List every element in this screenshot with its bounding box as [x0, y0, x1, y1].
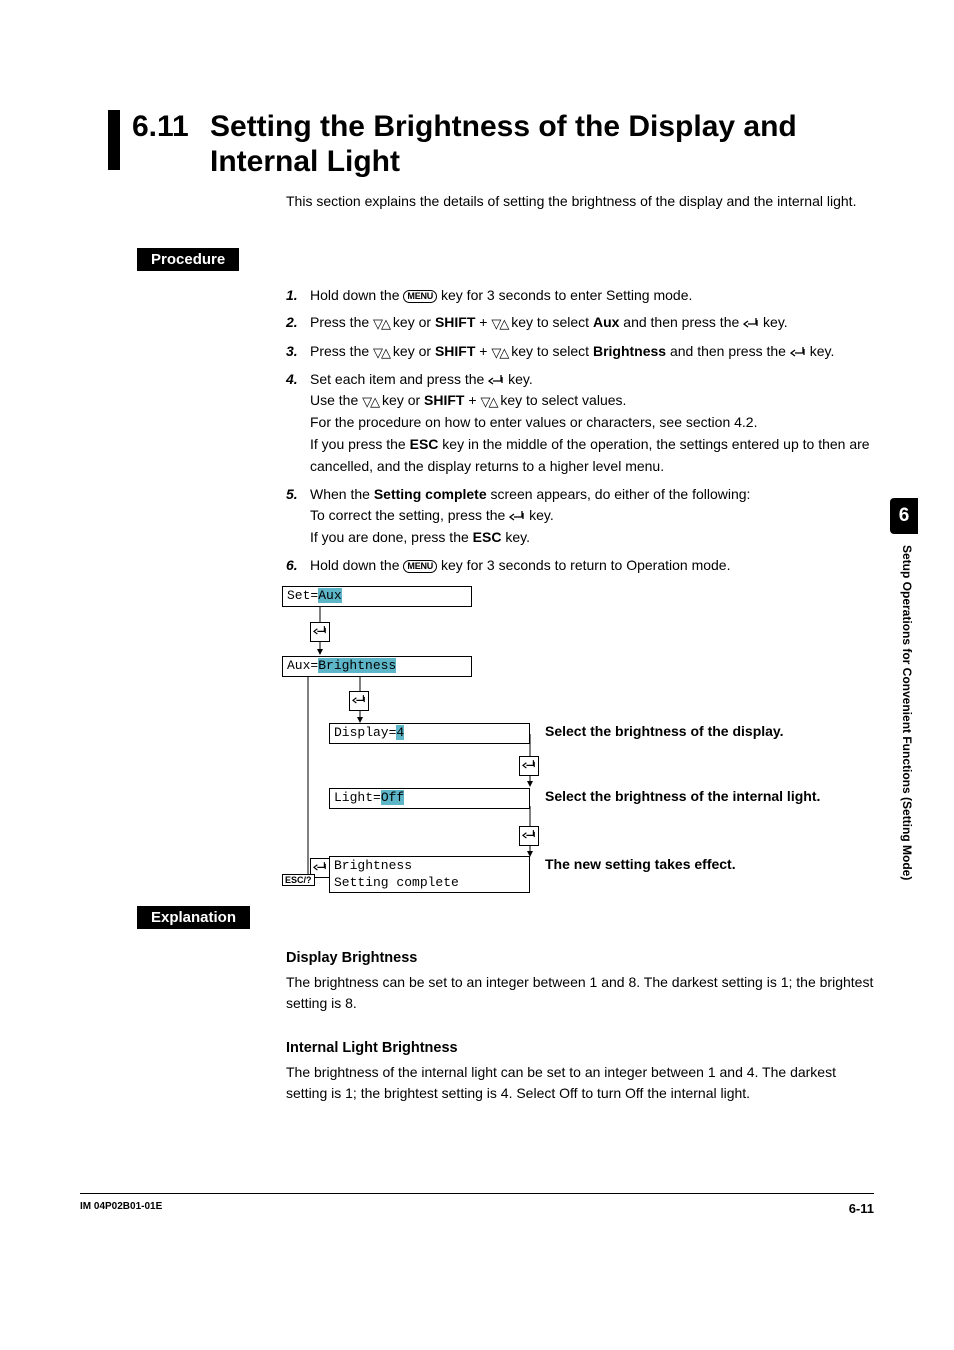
page-number: 6-11: [849, 1201, 874, 1216]
menu-key-icon: MENU: [403, 290, 437, 303]
step-body: Hold down the MENU key for 3 seconds to …: [310, 555, 879, 577]
section-heading: 6.11 Setting the Brightness of the Displ…: [108, 110, 879, 179]
step: 5. When the Setting complete screen appe…: [286, 484, 879, 549]
enter-icon: [743, 317, 759, 329]
procedure-steps: 1. Hold down the MENU key for 3 seconds …: [286, 285, 879, 577]
manual-number: IM 04P02B01-01E: [80, 1201, 162, 1212]
step: 3. Press the ▽△ key or SHIFT + ▽△ key to…: [286, 341, 879, 363]
step-body: Press the ▽△ key or SHIFT + ▽△ key to se…: [310, 312, 879, 334]
chapter-side-label: Setup Operations for Convenient Function…: [900, 545, 914, 880]
chapter-tab: 6: [890, 498, 918, 534]
diagram-box-final: BrightnessSetting complete: [329, 856, 530, 893]
step-number: 5.: [286, 484, 310, 549]
enter-icon: [519, 826, 539, 846]
step: 4. Set each item and press the key. Use …: [286, 369, 879, 478]
updown-icon: ▽△: [491, 343, 507, 363]
footer-rule: [80, 1193, 874, 1194]
enter-icon: [790, 346, 806, 358]
step-number: 4.: [286, 369, 310, 478]
step-number: 6.: [286, 555, 310, 577]
step-number: 1.: [286, 285, 310, 307]
esc-key-icon: ESC/?: [282, 874, 315, 886]
step: 1. Hold down the MENU key for 3 seconds …: [286, 285, 879, 307]
diagram-box-set: Set=Aux: [282, 586, 472, 606]
step: 6. Hold down the MENU key for 3 seconds …: [286, 555, 879, 577]
explanation-text: The brightness can be set to an integer …: [286, 972, 879, 1015]
diagram-box-display: Display=4: [329, 723, 530, 743]
step-number: 2.: [286, 312, 310, 334]
explanation-text: The brightness of the internal light can…: [286, 1062, 879, 1105]
updown-icon: ▽△: [491, 314, 507, 334]
step: 2. Press the ▽△ key or SHIFT + ▽△ key to…: [286, 312, 879, 334]
title-bar: [108, 110, 120, 170]
step-body: When the Setting complete screen appears…: [310, 484, 879, 549]
step-body: Set each item and press the key. Use the…: [310, 369, 879, 478]
section-title: Setting the Brightness of the Display an…: [210, 110, 879, 179]
enter-icon: [488, 374, 504, 386]
diagram-box-aux: Aux=Brightness: [282, 656, 472, 676]
step-number: 3.: [286, 341, 310, 363]
flow-diagram: Set=Aux Aux=Brightness Display=4 Select …: [280, 586, 880, 896]
updown-icon: ▽△: [480, 392, 496, 412]
enter-icon: [310, 622, 330, 642]
diagram-caption: Select the brightness of the internal li…: [545, 788, 820, 804]
intro-text: This section explains the details of set…: [286, 191, 879, 213]
explanation-block: Display Brightness The brightness can be…: [286, 947, 879, 1105]
diagram-box-light: Light=Off: [329, 788, 530, 808]
explanation-subheading: Display Brightness: [286, 947, 879, 969]
updown-icon: ▽△: [362, 392, 378, 412]
step-body: Press the ▽△ key or SHIFT + ▽△ key to se…: [310, 341, 879, 363]
explanation-subheading: Internal Light Brightness: [286, 1037, 879, 1059]
enter-icon: [519, 756, 539, 776]
step-body: Hold down the MENU key for 3 seconds to …: [310, 285, 879, 307]
updown-icon: ▽△: [373, 314, 389, 334]
enter-icon: [349, 691, 369, 711]
enter-icon: [509, 510, 525, 522]
diagram-caption: The new setting takes effect.: [545, 856, 736, 872]
procedure-heading: Procedure: [137, 248, 239, 271]
updown-icon: ▽△: [373, 343, 389, 363]
diagram-caption: Select the brightness of the display.: [545, 723, 784, 739]
section-number: 6.11: [132, 110, 210, 145]
explanation-heading: Explanation: [137, 906, 250, 929]
menu-key-icon: MENU: [403, 560, 437, 573]
